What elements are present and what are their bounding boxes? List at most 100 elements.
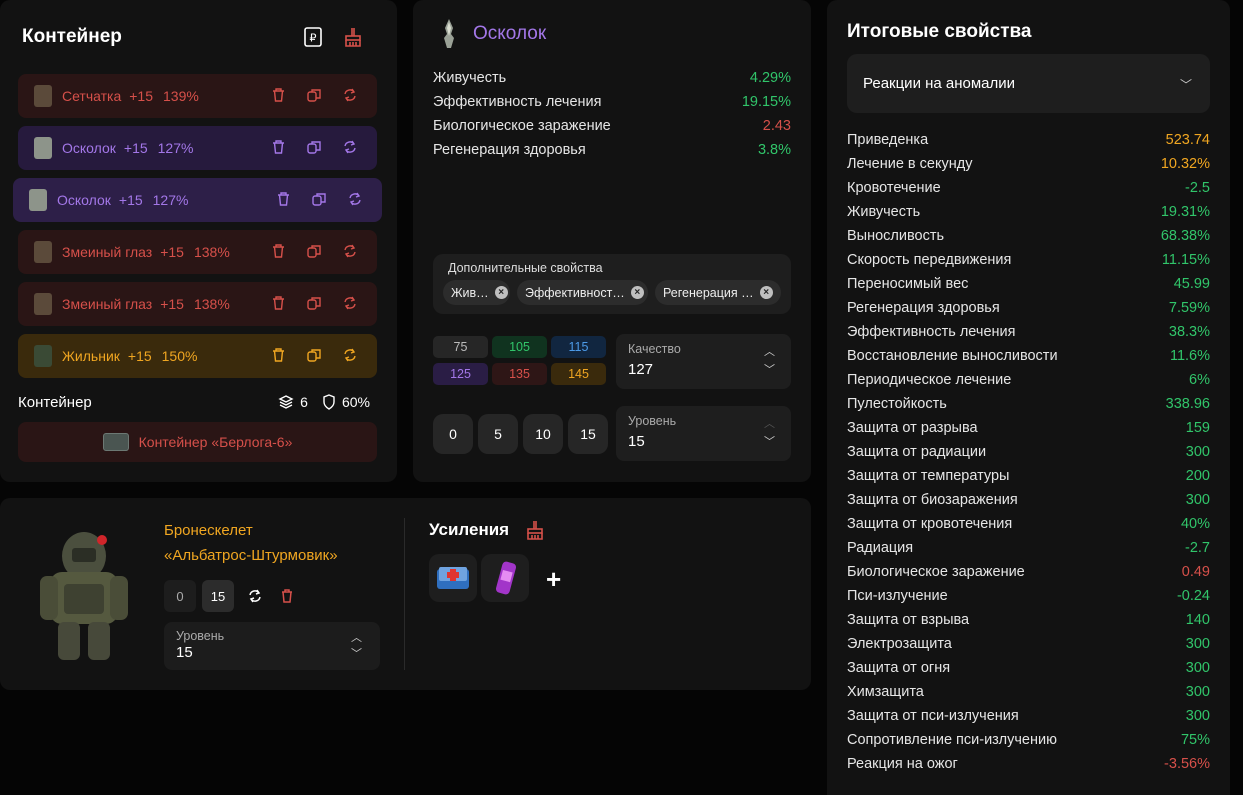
armor-level-buttons: 0 15 [164, 580, 298, 612]
prop-name: Защита от радиации [847, 444, 987, 460]
chevron-up-icon[interactable]: ︿ [764, 343, 775, 359]
trash-icon[interactable] [274, 190, 292, 208]
refresh-icon[interactable] [341, 138, 359, 156]
chevron-up-icon[interactable]: ︿ [351, 629, 362, 645]
remove-chip-icon[interactable]: × [759, 286, 773, 299]
quality-spinner[interactable]: Качество 127 ︿ ﹀ [616, 334, 791, 389]
final-prop-row: Пулестойкость 338.96 [847, 392, 1210, 416]
remove-chip-icon[interactable]: × [630, 286, 644, 299]
extra-prop-chip[interactable]: Жив… × [443, 280, 510, 305]
price-tag-icon[interactable]: ₽ [302, 26, 324, 48]
prop-value: 11.15% [1161, 252, 1210, 268]
quality-preset-button[interactable]: 75 [433, 336, 488, 358]
final-prop-row: Восстановление выносливости 11.6% [847, 344, 1210, 368]
quality-preset-button[interactable]: 105 [492, 336, 547, 358]
armor-level-0-button[interactable]: 0 [164, 580, 196, 612]
chevron-down-icon[interactable]: ﹀ [351, 645, 362, 661]
armor-level-spinner[interactable]: Уровень 15 ︿ ﹀ [164, 622, 380, 670]
level-preset-button[interactable]: 0 [433, 414, 473, 454]
copy-icon[interactable] [305, 86, 323, 104]
chevron-down-icon[interactable]: ﹀ [764, 433, 775, 449]
boost-slot-energy-drink[interactable] [481, 554, 529, 602]
trash-icon[interactable] [269, 138, 287, 156]
boosts-title: Усиления [429, 520, 510, 539]
prop-name: Электрозащита [847, 636, 952, 652]
boost-slot-medkit[interactable] [429, 554, 477, 602]
divider [404, 518, 405, 670]
quality-preset-button[interactable]: 135 [492, 363, 547, 385]
container-artifact-row[interactable]: Сетчатка +15 139% [18, 74, 377, 118]
artifact-percent: 127% [157, 140, 194, 156]
refresh-icon[interactable] [341, 242, 359, 260]
final-prop-row: Периодическое лечение 6% [847, 368, 1210, 392]
refresh-icon[interactable] [341, 86, 359, 104]
copy-icon[interactable] [305, 294, 323, 312]
final-prop-row: Защита от разрыва 159 [847, 416, 1210, 440]
prop-name: Скорость передвижения [847, 252, 1012, 268]
trash-icon[interactable] [269, 86, 287, 104]
prop-name: Защита от взрыва [847, 612, 970, 628]
level-preset-button[interactable]: 5 [478, 414, 518, 454]
quality-preset-button[interactable]: 125 [433, 363, 488, 385]
level-preset-button[interactable]: 10 [523, 414, 563, 454]
container-artifact-row[interactable]: Змеиный глаз +15 138% [18, 282, 377, 326]
prop-name: Пси-излучение [847, 588, 948, 604]
prop-value: 338.96 [1165, 396, 1210, 412]
broom-icon[interactable] [342, 26, 364, 48]
artifact-icon [29, 189, 47, 211]
artifact-icon [34, 85, 52, 107]
final-prop-row: Переносимый вес 45.99 [847, 272, 1210, 296]
final-prop-row: Пси-излучение -0.24 [847, 584, 1210, 608]
chevron-down-icon[interactable]: ﹀ [764, 361, 775, 377]
broom-icon[interactable] [526, 520, 544, 545]
prop-name: Эффективность лечения [847, 324, 1016, 340]
extra-props-box[interactable]: Дополнительные свойства Жив… × Эффективно… [433, 254, 791, 314]
quality-label: Качество [628, 342, 681, 356]
armor-name: Бронескелет «Альбатрос-Штурмовик» [164, 522, 338, 564]
quality-preset-button[interactable]: 115 [551, 336, 606, 358]
armor-level-15-button[interactable]: 15 [202, 580, 234, 612]
copy-icon[interactable] [305, 242, 323, 260]
prop-name: Биологическое заражение [433, 118, 611, 134]
final-prop-row: Защита от радиации 300 [847, 440, 1210, 464]
prop-value: -2.5 [1185, 180, 1210, 196]
container-artifact-row[interactable]: Жильник +15 150% [18, 334, 377, 378]
prop-value: 19.15% [741, 94, 791, 110]
refresh-icon[interactable] [341, 294, 359, 312]
prop-name: Переносимый вес [847, 276, 969, 292]
quality-preset-button[interactable]: 145 [551, 363, 606, 385]
extra-prop-chip[interactable]: Регенерация … × [655, 280, 781, 305]
container-select-button[interactable]: Контейнер «Берлога-6» [18, 422, 377, 462]
chevron-up-icon[interactable]: ︿ [764, 415, 775, 431]
artifact-props: Живучесть 4.29% Эффективность лечения 19.15… [433, 66, 791, 162]
artifact-name: Змеиный глаз [62, 244, 153, 260]
refresh-icon[interactable] [244, 580, 266, 612]
extra-prop-chip[interactable]: Эффективност… × [517, 280, 648, 305]
final-prop-row: Защита от биозаражения 300 [847, 488, 1210, 512]
copy-icon[interactable] [310, 190, 328, 208]
final-prop-row: Эффективность лечения 38.3% [847, 320, 1210, 344]
remove-chip-icon[interactable]: × [494, 286, 508, 299]
props-category-select[interactable]: Реакции на аномалии ﹀ [847, 54, 1210, 113]
prop-value: 300 [1185, 708, 1210, 724]
artifact-name: Жильник [62, 348, 120, 364]
container-artifact-row[interactable]: Змеиный глаз +15 138% [18, 230, 377, 274]
copy-icon[interactable] [305, 346, 323, 364]
trash-icon[interactable] [269, 346, 287, 364]
container-title: Контейнер [22, 26, 122, 47]
add-boost-button[interactable]: + [546, 564, 561, 595]
prop-value: 159 [1185, 420, 1210, 436]
final-prop-row: Электрозащита 300 [847, 632, 1210, 656]
refresh-icon[interactable] [341, 346, 359, 364]
trash-icon[interactable] [276, 580, 298, 612]
trash-icon[interactable] [269, 242, 287, 260]
container-artifact-row[interactable]: Осколок +15 127% [13, 178, 382, 222]
refresh-icon[interactable] [346, 190, 364, 208]
prop-value: 300 [1185, 444, 1210, 460]
trash-icon[interactable] [269, 294, 287, 312]
prop-value: 6% [1189, 372, 1210, 388]
level-spinner[interactable]: Уровень 15 ︿ ﹀ [616, 406, 791, 461]
copy-icon[interactable] [305, 138, 323, 156]
level-preset-button[interactable]: 15 [568, 414, 608, 454]
container-artifact-row[interactable]: Осколок +15 127% [18, 126, 377, 170]
